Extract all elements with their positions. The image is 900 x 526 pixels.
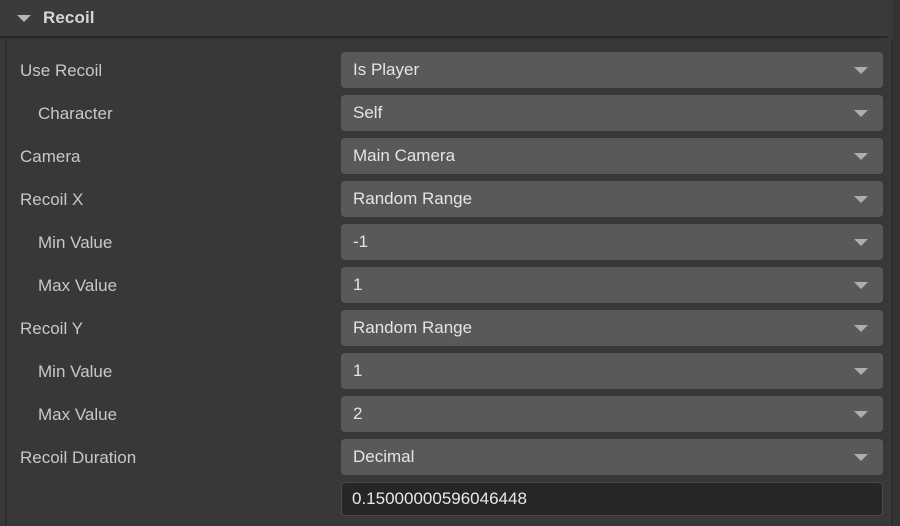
property-label: Camera <box>20 147 81 166</box>
property-label: Max Value <box>38 405 118 424</box>
property-dropdown[interactable]: 2 <box>341 396 883 432</box>
property-row: Recoil Duration Decimal <box>0 436 887 479</box>
property-label: Use Recoil <box>20 61 103 80</box>
dropdown-selected-value: Random Range <box>353 189 473 208</box>
triangle-down-icon[interactable] <box>854 368 868 375</box>
property-row: Recoil Y Random Range <box>0 307 887 350</box>
triangle-down-icon[interactable] <box>854 239 868 246</box>
text-input-value: 0.15000000596046448 <box>352 489 527 508</box>
property-label: Min Value <box>38 362 113 381</box>
property-dropdown[interactable]: Self <box>341 95 883 131</box>
property-row: Camera Main Camera <box>0 135 887 178</box>
triangle-down-icon[interactable] <box>854 454 868 461</box>
property-row: Recoil X Random Range <box>0 178 887 221</box>
property-dropdown[interactable]: Random Range <box>341 181 883 217</box>
property-row: Min Value 1 <box>0 350 887 393</box>
dropdown-selected-value: Decimal <box>353 447 415 466</box>
recoil-section-header[interactable]: Recoil <box>0 0 887 38</box>
triangle-down-icon[interactable] <box>854 196 868 203</box>
property-dropdown[interactable]: Random Range <box>341 310 883 346</box>
dropdown-selected-value: 2 <box>353 404 363 423</box>
triangle-down-icon[interactable] <box>17 14 31 22</box>
property-row: Use Recoil Is Player <box>0 49 887 92</box>
property-row: Max Value 2 <box>0 393 887 436</box>
triangle-down-icon[interactable] <box>854 67 868 74</box>
property-row: Max Value 1 <box>0 264 887 307</box>
property-row: Min Value -1 <box>0 221 887 264</box>
page-title: Recoil <box>43 8 95 27</box>
property-dropdown[interactable]: -1 <box>341 224 883 260</box>
triangle-down-icon[interactable] <box>854 153 868 160</box>
property-dropdown[interactable]: Decimal <box>341 439 883 475</box>
panel-outer-gutter <box>893 0 900 526</box>
dropdown-selected-value: 1 <box>353 275 363 294</box>
dropdown-selected-value: Self <box>353 103 383 122</box>
dropdown-selected-value: -1 <box>353 232 369 251</box>
property-label: Recoil X <box>20 190 84 209</box>
property-row: Character Self <box>0 92 887 135</box>
property-dropdown[interactable]: Main Camera <box>341 138 883 174</box>
property-label: Recoil Y <box>20 319 83 338</box>
triangle-down-icon[interactable] <box>854 110 868 117</box>
dropdown-selected-value: 1 <box>353 361 363 380</box>
dropdown-selected-value: Main Camera <box>353 146 456 165</box>
property-dropdown[interactable]: 1 <box>341 267 883 303</box>
property-row: 0.15000000596046448 <box>0 479 887 522</box>
inspector-panel: Recoil Use Recoil Is Player Character Self C… <box>0 0 900 526</box>
property-dropdown[interactable]: 1 <box>341 353 883 389</box>
property-label: Max Value <box>38 276 118 295</box>
property-label: Character <box>38 104 113 123</box>
dropdown-selected-value: Random Range <box>353 318 473 337</box>
property-label: Recoil Duration <box>20 448 137 467</box>
triangle-down-icon[interactable] <box>854 282 868 289</box>
property-dropdown[interactable]: Is Player <box>341 52 883 88</box>
triangle-down-icon[interactable] <box>854 411 868 418</box>
property-label: Min Value <box>38 233 113 252</box>
property-text-input[interactable]: 0.15000000596046448 <box>341 482 883 516</box>
triangle-down-icon[interactable] <box>854 325 868 332</box>
dropdown-selected-value: Is Player <box>353 60 420 79</box>
